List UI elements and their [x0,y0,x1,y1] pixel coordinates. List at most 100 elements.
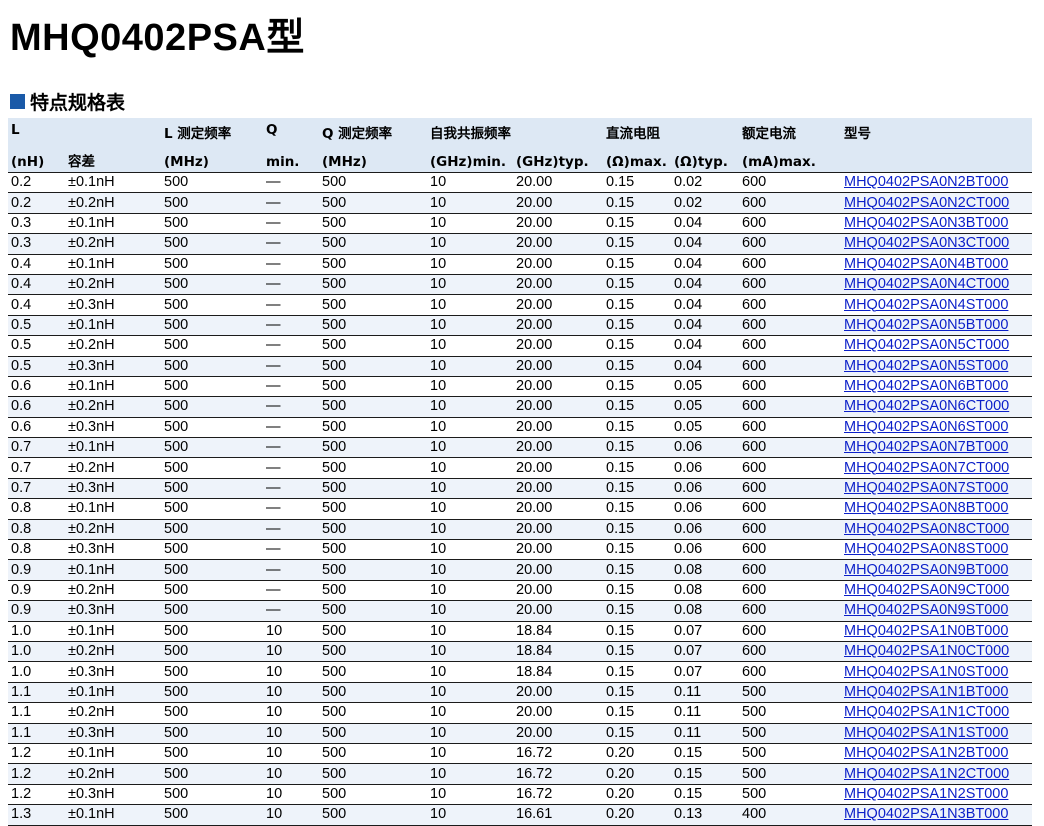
table-cell: 0.05 [671,396,739,418]
table-cell: 0.15 [603,723,671,744]
table-row: 1.1 ±0.3nH 500 10 500 10 20.00 0.15 0.11 500 MHQ04… [8,723,1032,744]
table-cell: 0.3 [8,233,65,255]
part-number-link[interactable]: MHQ0402PSA0N6ST000 [844,419,1008,435]
table-cell: 0.15 [603,559,671,581]
table-cell: 0.15 [603,478,671,500]
table-cell: 20.00 [513,682,603,704]
table-cell: ±0.2nH [65,763,161,785]
table-cell: 600 [739,376,841,398]
table-cell: 10 [427,396,513,418]
part-number-link[interactable]: MHQ0402PSA0N2CT000 [844,195,1009,211]
table-cell: ±0.2nH [65,233,161,255]
table-cell: 10 [263,743,319,765]
table-cell: 600 [739,233,841,255]
table-row: 1.2 ±0.3nH 500 10 500 10 16.72 0.20 0.15 500 MHQ04… [8,784,1032,806]
table-cell: 10 [427,294,513,316]
table-cell: 10 [427,641,513,663]
part-number-link[interactable]: MHQ0402PSA0N8CT000 [844,521,1009,537]
table-cell: 500 [319,723,427,744]
table-cell: 0.05 [671,376,739,398]
part-number-link[interactable]: MHQ0402PSA1N0CT000 [844,643,1009,659]
part-number-link[interactable]: MHQ0402PSA0N7BT000 [844,439,1008,455]
part-number-link[interactable]: MHQ0402PSA0N9ST000 [844,602,1008,618]
part-number-link[interactable]: MHQ0402PSA1N2ST000 [844,786,1008,802]
table-cell: — [263,315,319,337]
table-cell: 500 [739,682,841,704]
part-number-link[interactable]: MHQ0402PSA0N4CT000 [844,276,1009,292]
table-cell: 0.04 [671,213,739,235]
part-number-cell: MHQ0402PSA0N9ST000 [841,600,1032,622]
table-cell: 500 [161,335,263,357]
part-number-link[interactable]: MHQ0402PSA1N0BT000 [844,623,1008,639]
part-number-link[interactable]: MHQ0402PSA0N9CT000 [844,582,1009,598]
table-cell: 20.00 [513,498,603,520]
header-cell: L [11,122,20,138]
table-row: 1.0 ±0.2nH 500 10 500 10 18.84 0.15 0.07 600 MHQ04… [8,641,1032,663]
part-number-link[interactable]: MHQ0402PSA1N2BT000 [844,745,1008,761]
header-cell: Q 测定频率 [322,126,393,142]
table-cell: 0.7 [8,457,65,479]
part-number-link[interactable]: MHQ0402PSA0N5ST000 [844,358,1008,374]
table-cell: 0.15 [671,763,739,785]
part-number-link[interactable]: MHQ0402PSA0N6CT000 [844,398,1009,414]
table-row: 0.8 ±0.1nH 500—500 10 20.00 0.15 0.06 600 MHQ040… [8,498,1032,520]
part-number-cell: MHQ0402PSA0N2CT000 [841,192,1032,214]
table-cell: ±0.1nH [65,376,161,398]
table-cell: 0.08 [671,559,739,581]
part-number-link[interactable]: MHQ0402PSA0N7ST000 [844,480,1008,496]
table-cell: 20.00 [513,417,603,439]
table-cell: 0.15 [603,437,671,459]
part-number-link[interactable]: MHQ0402PSA1N0ST000 [844,664,1008,680]
table-cell: 10 [427,519,513,541]
table-cell: 0.15 [603,539,671,561]
part-number-link[interactable]: MHQ0402PSA0N8BT000 [844,500,1008,516]
table-cell: 600 [739,621,841,642]
part-number-link[interactable]: MHQ0402PSA1N3BT000 [844,806,1008,822]
part-number-link[interactable]: MHQ0402PSA0N6BT000 [844,378,1008,394]
table-cell: ±0.2nH [65,580,161,602]
part-number-link[interactable]: MHQ0402PSA0N8ST000 [844,541,1008,557]
table-cell: 0.06 [671,437,739,459]
table-cell: 0.15 [603,171,671,194]
table-cell: 10 [263,661,319,683]
table-cell: 0.3 [8,213,65,235]
table-cell: 0.7 [8,437,65,459]
part-number-link[interactable]: MHQ0402PSA1N2CT000 [844,766,1009,782]
table-cell: 10 [427,335,513,357]
table-cell: ±0.3nH [65,356,161,377]
table-cell: — [263,478,319,500]
table-cell: — [263,294,319,316]
part-number-link[interactable]: MHQ0402PSA0N5BT000 [844,317,1008,333]
part-number-cell: MHQ0402PSA0N3BT000 [841,213,1032,235]
table-cell: 10 [427,315,513,337]
table-cell: — [263,192,319,214]
table-cell: 600 [739,437,841,459]
part-number-link[interactable]: MHQ0402PSA0N2BT000 [844,174,1008,190]
table-cell: 600 [739,417,841,439]
section-title-text: 特点规格表 [30,92,126,114]
part-number-cell: MHQ0402PSA0N7ST000 [841,478,1032,500]
part-number-link[interactable]: MHQ0402PSA0N4ST000 [844,297,1008,313]
header-cell: (nH) [11,154,45,170]
part-number-link[interactable]: MHQ0402PSA0N3CT000 [844,235,1009,251]
table-cell: 1.2 [8,784,65,806]
table-cell: 1.2 [8,763,65,785]
part-number-link[interactable]: MHQ0402PSA0N5CT000 [844,337,1009,353]
table-cell: 0.15 [603,233,671,255]
table-cell: 20.00 [513,580,603,602]
table-cell: 500 [161,539,263,561]
part-number-link[interactable]: MHQ0402PSA1N1BT000 [844,684,1008,700]
part-number-link[interactable]: MHQ0402PSA0N4BT000 [844,256,1008,272]
part-number-cell: MHQ0402PSA1N2CT000 [841,763,1032,785]
part-number-link[interactable]: MHQ0402PSA1N1ST000 [844,725,1008,741]
table-cell: 500 [319,356,427,377]
table-cell: 600 [739,600,841,622]
table-row: 1.2 ±0.1nH 500 10 500 10 16.72 0.20 0.15 500 MHQ04… [8,743,1032,765]
part-number-link[interactable]: MHQ0402PSA1N1CT000 [844,704,1009,720]
part-number-link[interactable]: MHQ0402PSA0N3BT000 [844,215,1008,231]
table-cell: ±0.1nH [65,559,161,581]
part-number-link[interactable]: MHQ0402PSA0N9BT000 [844,562,1008,578]
table-cell: 500 [161,192,263,214]
part-number-link[interactable]: MHQ0402PSA0N7CT000 [844,460,1009,476]
table-cell: 0.6 [8,376,65,398]
